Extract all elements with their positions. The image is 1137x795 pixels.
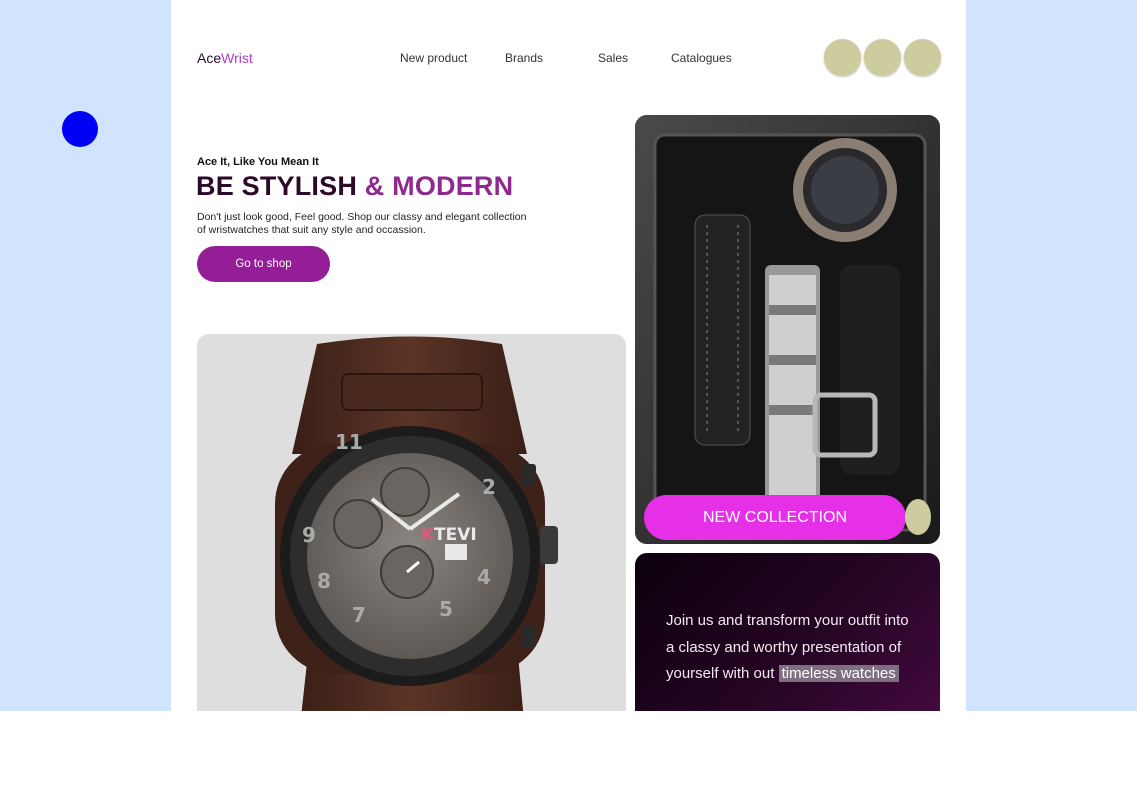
headline-part-2: & MODERN	[364, 171, 514, 201]
svg-text:2: 2	[482, 475, 496, 499]
promo-highlight: timeless watches	[778, 665, 899, 682]
menu-circle-icon[interactable]	[904, 39, 941, 76]
new-collection-button[interactable]: NEW COLLECTION	[644, 495, 906, 540]
promo-text: Join us and transform your outfit into a…	[666, 608, 916, 688]
cursor-indicator-icon	[62, 111, 98, 147]
go-to-shop-button[interactable]: Go to shop	[197, 246, 330, 282]
svg-text:7: 7	[352, 603, 366, 627]
promo-card: Join us and transform your outfit into a…	[635, 553, 940, 711]
svg-text:8: 8	[317, 569, 331, 593]
svg-text:9: 9	[302, 523, 316, 547]
brand-logo[interactable]: AceWrist	[197, 50, 253, 66]
nav-sales[interactable]: Sales	[598, 51, 628, 65]
profile-circle-icon[interactable]	[824, 39, 861, 76]
hero-description: Don't just look good, Feel good. Shop ou…	[197, 211, 527, 236]
nav-catalogues[interactable]: Catalogues	[671, 51, 732, 65]
svg-text:11: 11	[335, 430, 363, 454]
leather-watch-image: 11 2 9 8 7 5 4 K TEVI	[197, 334, 626, 711]
nav-new-product[interactable]: New product	[400, 51, 467, 65]
landing-page: AceWrist New product Brands Sales Catalo…	[171, 0, 966, 711]
hero-headline: BE STYLISH & MODERN	[196, 171, 513, 202]
svg-text:4: 4	[477, 565, 491, 589]
svg-text:5: 5	[439, 597, 453, 621]
hero-tagline: Ace It, Like You Mean It	[197, 156, 319, 168]
watch-brand-k: K	[421, 525, 435, 545]
brand-name-accent: Wrist	[221, 50, 253, 66]
watch-brand-name: TEVI	[434, 525, 477, 545]
headline-part-1: BE STYLISH	[196, 171, 365, 201]
nav-brands[interactable]: Brands	[505, 51, 543, 65]
cart-circle-icon[interactable]	[864, 39, 901, 76]
brand-name-main: Ace	[197, 50, 222, 66]
featured-watch-card[interactable]: 11 2 9 8 7 5 4 K TEVI	[197, 334, 626, 711]
browser-viewport: AceWrist New product Brands Sales Catalo…	[0, 0, 1137, 711]
watch-set-card[interactable]	[635, 115, 940, 544]
collection-next-icon[interactable]	[905, 499, 931, 535]
watch-set-image	[635, 115, 940, 544]
